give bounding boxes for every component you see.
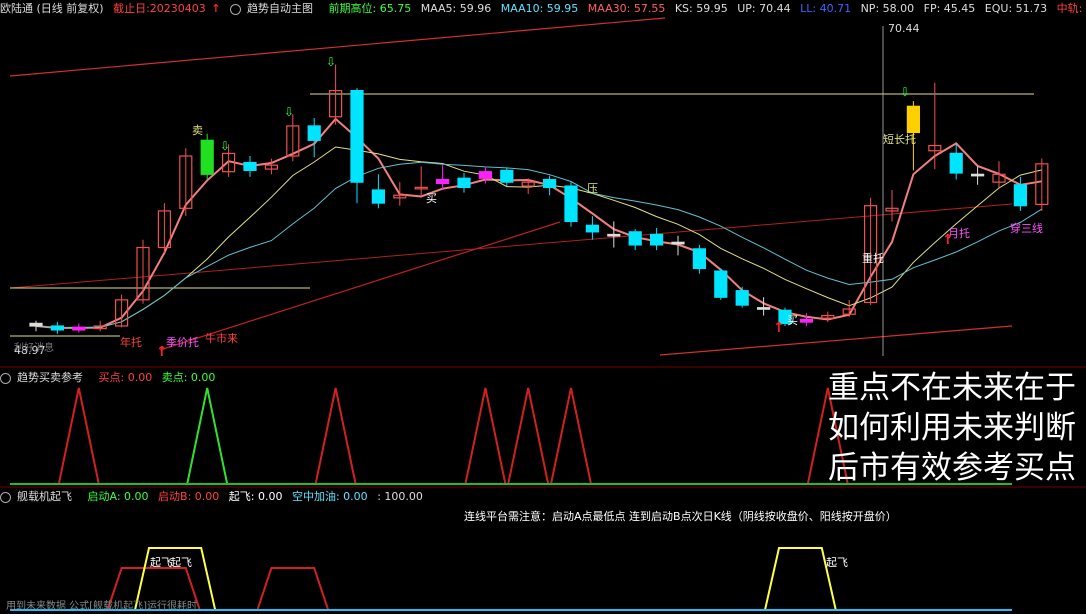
label-buy-2: 买 <box>787 314 798 327</box>
down-arrow-icon: ⇩ <box>900 85 910 99</box>
candle-body <box>478 171 492 179</box>
overlay-line: 重点不在未来在于 <box>828 370 1076 406</box>
candle-body <box>350 90 364 183</box>
lower-channel-line <box>659 325 1013 356</box>
label-sell: 卖 <box>192 124 203 137</box>
launch-a-pulse <box>256 567 330 611</box>
candle-body <box>29 322 43 327</box>
signal-peak <box>550 387 592 485</box>
candle-body <box>906 105 921 134</box>
upper-channel-line <box>9 17 666 77</box>
label-bull-market: 牛市来 <box>205 331 238 345</box>
sub2-name[interactable]: 舰载机起飞 <box>0 490 78 503</box>
sub1-name[interactable]: 趋势买卖参考 <box>0 371 89 384</box>
signal-peak <box>57 387 100 485</box>
label-good-news: 利好消息 <box>14 341 54 354</box>
sub2-hundred: : 100.00 <box>377 490 423 503</box>
overlay-line: 后市有效参考买点 <box>828 450 1076 486</box>
candle-body <box>243 161 257 171</box>
candle-body <box>542 178 557 188</box>
down-arrow-icon: ⇩ <box>284 105 294 119</box>
candle-body <box>564 185 578 222</box>
up-arrow-icon: ↑ <box>942 232 954 248</box>
mid-channel-line <box>9 203 1013 289</box>
candle-body <box>799 318 814 323</box>
signal-peak <box>186 387 229 485</box>
moving-averages <box>35 117 1043 330</box>
candle-body <box>949 152 963 174</box>
candle-body <box>500 169 514 183</box>
overlay-caption: 重点不在未来在于 如何利用未来判断 后市有效参考买点 <box>828 368 1076 488</box>
candle-body <box>970 173 985 177</box>
down-arrow-icon: ⇩ <box>220 139 230 153</box>
signal-peak <box>507 387 550 485</box>
sub2-b: 启动B: 0.00 <box>158 490 220 503</box>
sub1-buy: 买点: 0.00 <box>98 371 153 384</box>
candle-body <box>72 326 86 331</box>
takeoff-label: 起飞 <box>826 556 848 569</box>
down-arrow-icon: ⇩ <box>326 55 336 69</box>
signal-peak <box>314 387 357 485</box>
takeoff-label: 起飞 <box>150 556 172 569</box>
trend-signal-panel <box>57 387 849 485</box>
up-arrow-icon: ↑ <box>156 344 168 360</box>
candle-body <box>200 139 214 175</box>
candle-body <box>50 325 65 331</box>
takeoff-panel <box>106 547 837 611</box>
takeoff-label: 起飞 <box>170 556 192 569</box>
candle-body <box>756 307 771 310</box>
label-season-support: 季价托 <box>166 335 199 349</box>
candle-body <box>585 224 600 233</box>
candle-body <box>436 178 450 185</box>
sub1-sell: 卖点: 0.00 <box>161 371 216 384</box>
gear-icon[interactable] <box>0 491 11 503</box>
footer-note: 用到未来数据 公式[舰载机起飞]运行很耗时 <box>6 601 197 612</box>
up-arrow-icon: ↑ <box>773 320 785 336</box>
label-heavy-support: 重托 <box>862 251 884 265</box>
candle-body <box>371 189 385 204</box>
candles <box>29 64 1049 334</box>
gear-icon[interactable] <box>0 372 11 384</box>
overlay-line: 如何利用未来判断 <box>828 410 1076 446</box>
signal-peak <box>464 387 507 485</box>
high-label: 70.44 <box>888 22 920 35</box>
sub2-header: 舰载机起飞 启动A: 0.00 启动B: 0.00 起飞: 0.00 空中加油:… <box>0 488 1086 506</box>
label-buy-1: 买 <box>426 192 437 205</box>
candle-body <box>1013 184 1028 207</box>
candle-body <box>307 125 321 141</box>
sub2-takeoff: 起飞: 0.00 <box>228 490 283 503</box>
ma-short-line <box>35 117 1042 330</box>
candle-body <box>607 233 621 237</box>
candle-body <box>628 231 642 246</box>
sub2-refuel: 空中加油: 0.00 <box>291 490 368 503</box>
label-pressure: 压 <box>587 182 598 195</box>
label-year-support: 年托 <box>120 335 142 349</box>
candle-body <box>714 270 728 298</box>
label-cross-three: 穿三线 <box>1010 221 1043 235</box>
candle-body <box>735 290 749 306</box>
platform-note: 连线平台需注意：启动A点最低点 连到启动B点次日K线（阴线按收盘价、阳线按开盘价… <box>464 510 897 523</box>
candle-body <box>457 177 471 188</box>
red-rising-line <box>159 221 561 351</box>
candle-body <box>649 233 664 246</box>
label-short-long-support: 短长托 <box>883 132 916 146</box>
ma-mid-line <box>35 146 1042 329</box>
sub2-a: 启动A: 0.00 <box>87 490 149 503</box>
candle-body <box>692 248 707 270</box>
candle-body <box>671 241 685 245</box>
